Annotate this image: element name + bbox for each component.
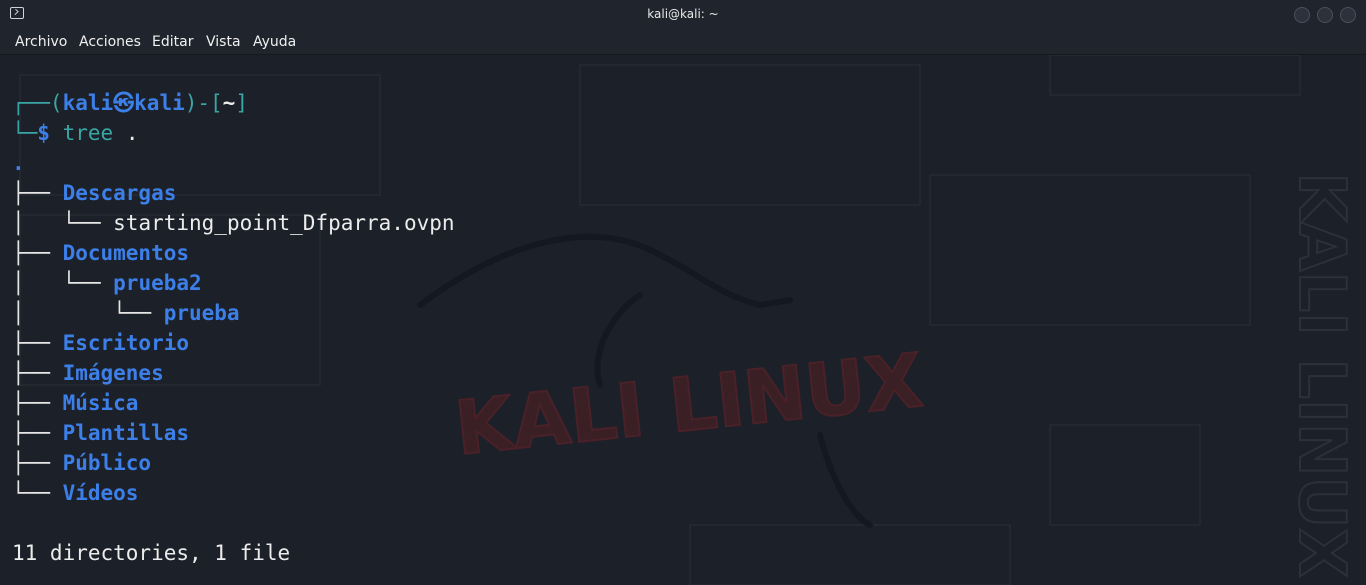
- tree-summary: 11 directories, 1 file: [12, 541, 291, 565]
- menu-acciones[interactable]: Acciones: [79, 34, 141, 50]
- tree-entry: │ └── prueba: [12, 301, 240, 325]
- prompt-frame-open: ┌──(: [12, 91, 63, 115]
- prompt-cwd: ~: [222, 91, 236, 115]
- menu-ayuda[interactable]: Ayuda: [253, 34, 296, 50]
- tree-entry: ├── Público: [12, 451, 152, 475]
- tree-entry: │ └── starting_point_Dfparra.ovpn: [12, 211, 455, 235]
- tree-entry: │ └── prueba2: [12, 271, 202, 295]
- minimize-button[interactable]: [1294, 7, 1310, 23]
- prompt-host: kali: [134, 91, 185, 115]
- title-bar: kali@kali: ~: [0, 0, 1366, 30]
- at-symbol-icon: ㉿: [113, 91, 135, 115]
- tree-entry: ├── Documentos: [12, 241, 190, 265]
- close-button[interactable]: [1340, 7, 1356, 23]
- menu-bar: Archivo Acciones Editar Vista Ayuda: [0, 30, 1366, 55]
- command-name: tree: [62, 121, 114, 145]
- tree-entry: ├── Imágenes: [12, 361, 164, 385]
- menu-editar[interactable]: Editar: [152, 34, 193, 50]
- maximize-button[interactable]: [1317, 7, 1333, 23]
- command-args: .: [125, 121, 139, 145]
- tree-root: .: [12, 151, 25, 175]
- kali-logo-text: KALI LINUX: [451, 338, 926, 473]
- tree-entry: ├── Descargas: [12, 181, 177, 205]
- prompt-user: kali: [62, 91, 114, 115]
- prompt-frame-close: ]: [235, 91, 248, 115]
- prompt-frame-mid: )-[: [184, 91, 223, 115]
- command-line: └─$ tree .: [12, 121, 139, 145]
- tree-entry: ├── Plantillas: [12, 421, 190, 445]
- window-title: kali@kali: ~: [647, 7, 719, 21]
- kali-logo-vertical: KALI LINUX: [1284, 172, 1358, 577]
- menu-vista[interactable]: Vista: [206, 34, 241, 50]
- prompt-line: ┌──(kali㉿kali)-[~]: [12, 91, 248, 115]
- terminal-output[interactable]: KALI LINUX KALI LINUX ┌──(kali㉿kali)-[~]…: [0, 55, 1366, 585]
- tree-entry: └── Vídeos: [12, 481, 139, 505]
- tree-entry: ├── Música: [12, 391, 139, 415]
- prompt-symbol: $: [37, 121, 50, 145]
- prompt-corner: └─: [12, 121, 38, 145]
- tree-entry: ├── Escritorio: [12, 331, 190, 355]
- menu-archivo[interactable]: Archivo: [15, 34, 67, 50]
